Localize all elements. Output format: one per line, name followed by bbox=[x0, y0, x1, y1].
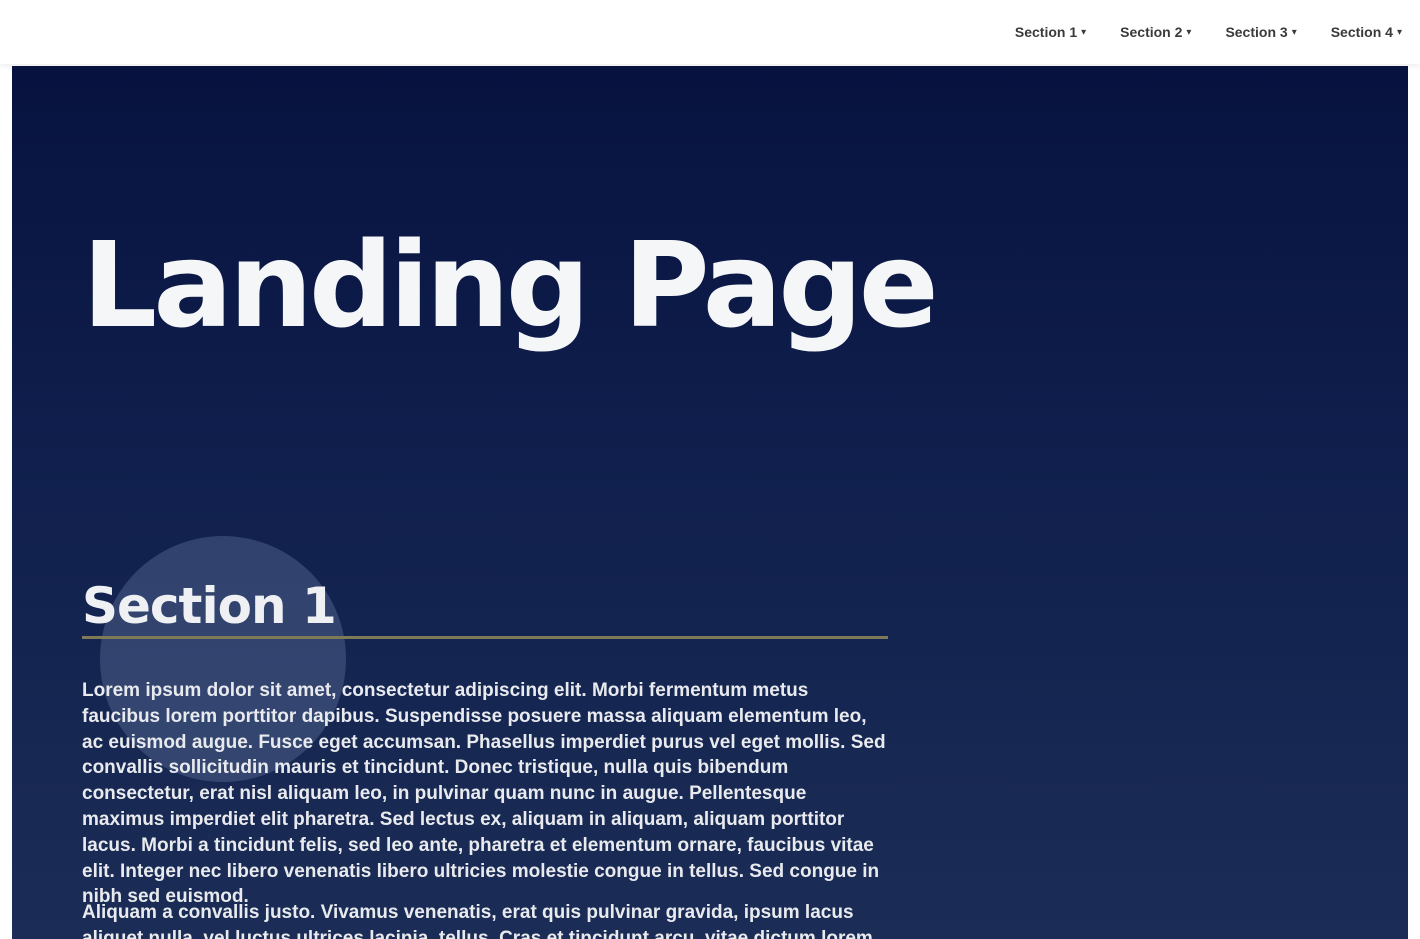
chevron-down-icon: ▾ bbox=[1396, 26, 1402, 38]
section-divider bbox=[82, 636, 888, 639]
nav-item-label: Section 4 bbox=[1330, 24, 1393, 40]
top-navigation-bar: Section 1 ▾ Section 2 ▾ Section 3 ▾ Sect… bbox=[0, 0, 1420, 64]
nav-item-label: Section 2 bbox=[1120, 24, 1183, 40]
nav-item-label: Section 1 bbox=[1014, 24, 1078, 40]
nav-item-label: Section 3 bbox=[1225, 24, 1288, 40]
chevron-down-icon: ▾ bbox=[1081, 26, 1087, 38]
section-heading: Section 1 bbox=[82, 577, 337, 635]
nav-item-section-2[interactable]: Section 2 ▾ bbox=[1120, 24, 1191, 40]
nav-item-section-4[interactable]: Section 4 ▾ bbox=[1331, 24, 1402, 40]
hero-section: Landing Page Section 1 Lorem ipsum dolor… bbox=[12, 66, 1408, 939]
chevron-down-icon: ▾ bbox=[1291, 26, 1297, 38]
chevron-down-icon: ▾ bbox=[1186, 26, 1192, 38]
nav-item-section-3[interactable]: Section 3 ▾ bbox=[1225, 24, 1296, 40]
nav-item-section-1[interactable]: Section 1 ▾ bbox=[1015, 24, 1086, 40]
page-title: Landing Page bbox=[82, 216, 939, 354]
section-paragraph: Aliquam a convallis justo. Vivamus venen… bbox=[82, 902, 873, 939]
section-paragraph: Lorem ipsum dolor sit amet, consectetur … bbox=[82, 680, 886, 908]
nav-menu: Section 1 ▾ Section 2 ▾ Section 3 ▾ Sect… bbox=[1015, 24, 1402, 40]
